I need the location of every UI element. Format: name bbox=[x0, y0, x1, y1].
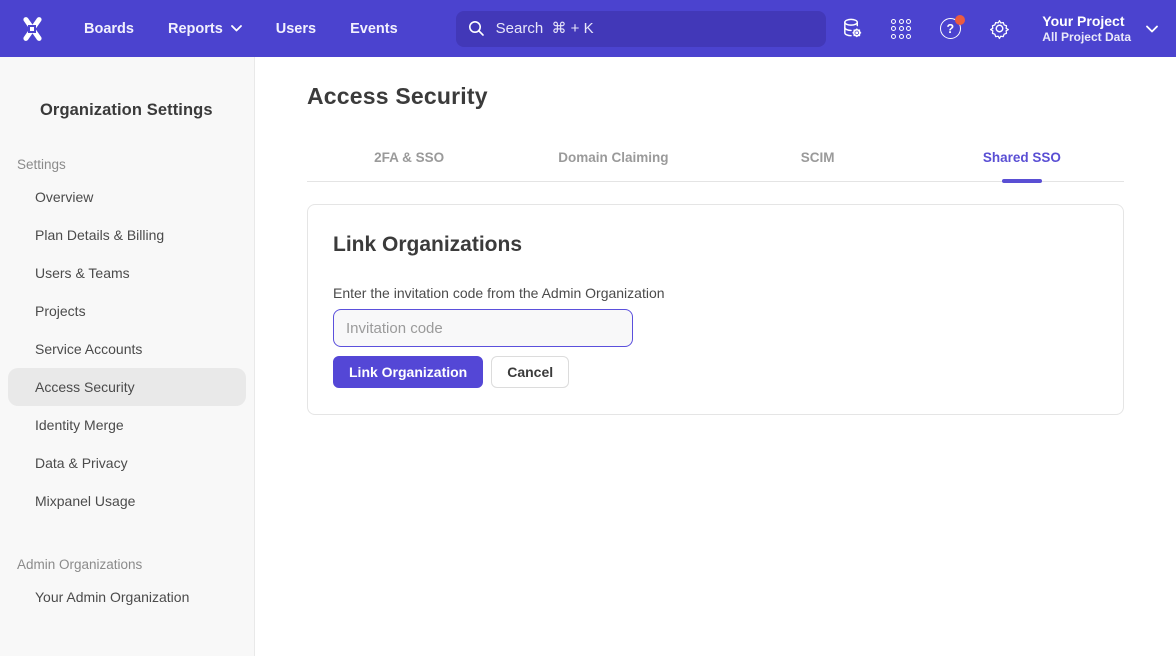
nav-item-events[interactable]: Events bbox=[350, 21, 398, 37]
main-content: Access Security 2FA & SSO Domain Claimin… bbox=[255, 57, 1176, 656]
sidebar-item-your-admin-organization[interactable]: Your Admin Organization bbox=[8, 578, 246, 616]
mixpanel-logo-icon[interactable] bbox=[16, 14, 48, 44]
sidebar-item-identity-merge[interactable]: Identity Merge bbox=[8, 406, 246, 444]
invitation-code-label: Enter the invitation code from the Admin… bbox=[333, 285, 1098, 301]
tab-label: 2FA & SSO bbox=[374, 150, 444, 165]
link-organizations-card: Link Organizations Enter the invitation … bbox=[307, 204, 1124, 415]
sidebar-item-access-security[interactable]: Access Security bbox=[8, 368, 246, 406]
sidebar-item-data-privacy[interactable]: Data & Privacy bbox=[8, 444, 246, 482]
nav-item-label: Events bbox=[350, 21, 398, 37]
nav-item-label: Users bbox=[276, 21, 316, 37]
navbar-right: ? Your Project All Project Data bbox=[840, 12, 1158, 45]
sidebar-title: Organization Settings bbox=[0, 101, 254, 120]
section-header: Admin Organizations bbox=[0, 557, 254, 572]
sidebar-section-admin-organizations: Admin Organizations Your Admin Organizat… bbox=[0, 557, 254, 616]
tab-2fa-sso[interactable]: 2FA & SSO bbox=[307, 140, 511, 181]
sidebar-item-projects[interactable]: Projects bbox=[8, 292, 246, 330]
settings-sidebar: Organization Settings Settings Overview … bbox=[0, 57, 255, 656]
nav-item-label: Reports bbox=[168, 21, 223, 37]
tab-label: Shared SSO bbox=[983, 150, 1061, 165]
data-management-icon[interactable] bbox=[840, 17, 864, 41]
invitation-code-input[interactable] bbox=[333, 309, 633, 347]
top-navbar: Boards Reports Users Events bbox=[0, 0, 1176, 57]
page-title: Access Security bbox=[307, 83, 1124, 110]
tab-scim[interactable]: SCIM bbox=[716, 140, 920, 181]
sidebar-item-overview[interactable]: Overview bbox=[8, 178, 246, 216]
tab-bar: 2FA & SSO Domain Claiming SCIM Shared SS… bbox=[307, 140, 1124, 182]
card-actions: Link Organization Cancel bbox=[333, 356, 1098, 388]
section-header: Settings bbox=[0, 157, 254, 172]
search-icon bbox=[468, 20, 485, 37]
active-tab-indicator bbox=[1002, 179, 1042, 183]
tab-shared-sso[interactable]: Shared SSO bbox=[920, 140, 1124, 181]
project-info: Your Project All Project Data bbox=[1042, 12, 1131, 45]
settings-gear-icon[interactable] bbox=[987, 17, 1011, 41]
primary-nav: Boards Reports Users Events bbox=[84, 21, 398, 37]
search-input[interactable] bbox=[496, 20, 814, 37]
chevron-down-icon bbox=[1146, 25, 1158, 33]
link-organization-button[interactable]: Link Organization bbox=[333, 356, 483, 388]
project-subtitle: All Project Data bbox=[1042, 30, 1131, 45]
card-title: Link Organizations bbox=[333, 233, 1098, 257]
nav-item-label: Boards bbox=[84, 21, 134, 37]
sidebar-item-plan-details-billing[interactable]: Plan Details & Billing bbox=[8, 216, 246, 254]
page-body: Organization Settings Settings Overview … bbox=[0, 57, 1176, 656]
help-icon[interactable]: ? bbox=[938, 17, 962, 41]
sidebar-item-users-teams[interactable]: Users & Teams bbox=[8, 254, 246, 292]
sidebar-item-mixpanel-usage[interactable]: Mixpanel Usage bbox=[8, 482, 246, 520]
apps-grid-icon[interactable] bbox=[889, 17, 913, 41]
logo-center-dot bbox=[28, 25, 36, 33]
chevron-down-icon bbox=[231, 25, 242, 32]
notification-badge bbox=[955, 15, 965, 25]
tab-domain-claiming[interactable]: Domain Claiming bbox=[511, 140, 715, 181]
nav-item-boards[interactable]: Boards bbox=[84, 21, 134, 37]
sidebar-item-service-accounts[interactable]: Service Accounts bbox=[8, 330, 246, 368]
cancel-button[interactable]: Cancel bbox=[491, 356, 569, 388]
project-name: Your Project bbox=[1042, 12, 1131, 30]
tab-label: SCIM bbox=[801, 150, 835, 165]
project-switcher[interactable]: Your Project All Project Data bbox=[1042, 12, 1158, 45]
nav-item-users[interactable]: Users bbox=[276, 21, 316, 37]
sidebar-section-settings: Settings Overview Plan Details & Billing… bbox=[0, 157, 254, 520]
global-search[interactable] bbox=[456, 11, 826, 47]
grid-dots bbox=[891, 19, 911, 39]
tab-label: Domain Claiming bbox=[558, 150, 668, 165]
nav-item-reports[interactable]: Reports bbox=[168, 21, 242, 37]
